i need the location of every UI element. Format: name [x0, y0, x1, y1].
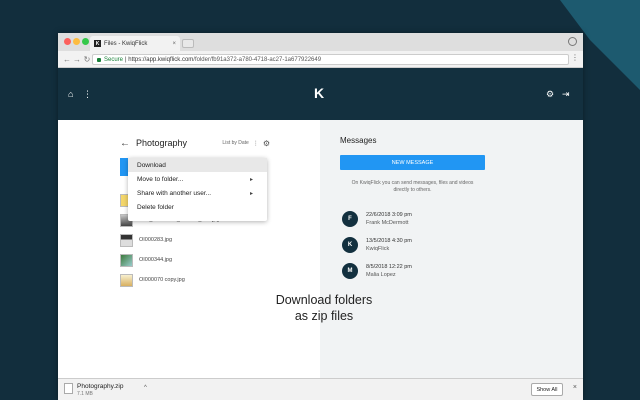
home-icon[interactable]: ⌂: [68, 89, 73, 99]
menu-item-label: Share with another user...: [137, 189, 212, 197]
download-file-size: 7.1 MB: [77, 391, 93, 397]
menu-item-share[interactable]: Share with another user... ▸: [128, 186, 267, 200]
browser-window: K Files - KwiqFlick × ← → ↻ Secure | htt…: [58, 33, 583, 400]
close-tab-icon[interactable]: ×: [172, 41, 176, 47]
secure-label: Secure: [104, 56, 124, 63]
menu-item-download[interactable]: Download: [128, 158, 267, 172]
avatar: F: [342, 211, 358, 227]
caret-right-icon: ▸: [249, 176, 253, 183]
minimize-window-button[interactable]: [73, 38, 80, 45]
reload-icon[interactable]: ↻: [82, 55, 92, 64]
profile-icon[interactable]: [568, 37, 577, 46]
maximize-window-button[interactable]: [82, 38, 89, 45]
file-thumbnail: [120, 253, 133, 267]
message-sender: Frank McDermott: [366, 220, 409, 226]
message-item[interactable]: K 13/5/2018 4:30 pm KwiqFlick: [342, 236, 412, 254]
file-name: OI000283.jpg: [139, 237, 173, 243]
back-arrow-icon[interactable]: ←: [120, 138, 130, 149]
url-path: /folder/fb91a372-a780-4718-ac27-1a677922…: [193, 56, 322, 63]
avatar: M: [342, 263, 358, 279]
list-item[interactable]: OI000070 copy.jpg: [120, 270, 280, 290]
folder-settings-icon[interactable]: ⚙: [263, 139, 270, 148]
download-file-name[interactable]: Photography.zip: [77, 383, 124, 390]
menu-item-label: Delete folder: [137, 203, 174, 211]
main-content: ← Photography List by Date ⋮ ⚙ Download …: [58, 120, 583, 382]
messages-info: On KwiqFlick you can send messages, file…: [351, 180, 474, 193]
app-header: ⌂ ⋮ K ⚙ ⇥: [58, 68, 583, 120]
logout-icon[interactable]: ⇥: [562, 89, 570, 100]
app-logo[interactable]: K: [314, 85, 324, 101]
caret-right-icon: ▸: [249, 190, 253, 197]
message-date: 22/6/2018 3:09 pm: [366, 212, 412, 218]
message-date: 13/5/2018 4:30 pm: [366, 238, 412, 244]
list-by-selector[interactable]: List by Date: [222, 140, 248, 146]
downloads-bar: Photography.zip 7.1 MB ^ Show All ×: [58, 378, 583, 400]
new-message-button[interactable]: NEW MESSAGE: [340, 155, 485, 170]
file-thumbnail: [120, 273, 133, 287]
menu-item-delete[interactable]: Delete folder: [128, 200, 267, 214]
menu-item-label: Download: [137, 161, 166, 169]
file-name: OI000070 copy.jpg: [139, 277, 185, 283]
message-item[interactable]: M 8/5/2018 12:22 pm Malia Lopez: [342, 262, 412, 280]
message-date: 8/5/2018 12:22 pm: [366, 264, 412, 270]
forward-arrow-icon[interactable]: →: [72, 55, 82, 64]
url-field[interactable]: Secure | https://app.kwiqflick.com /fold…: [92, 54, 569, 65]
files-pane: ← Photography List by Date ⋮ ⚙ Download …: [58, 120, 320, 382]
avatar: K: [342, 237, 358, 253]
kebab-menu-icon[interactable]: ⋮: [83, 89, 92, 100]
list-item[interactable]: OI000283.jpg: [120, 230, 280, 250]
browser-tab[interactable]: K Files - KwiqFlick ×: [90, 36, 180, 51]
close-icon[interactable]: ×: [573, 384, 577, 391]
folder-title: Photography: [136, 138, 188, 148]
list-item[interactable]: OI000344.jpg: [120, 250, 280, 270]
folder-dropdown-menu: Download Move to folder... ▸ Share with …: [128, 158, 267, 221]
folder-header: ← Photography List by Date ⋮ ⚙: [120, 136, 270, 150]
tab-title: Files - KwiqFlick: [104, 40, 148, 47]
url-host: https://app.kwiqflick.com: [128, 56, 194, 63]
file-thumbnail: [120, 233, 133, 247]
messages-title: Messages: [340, 136, 377, 145]
gear-icon[interactable]: ⚙: [546, 89, 554, 100]
lock-icon: [97, 57, 101, 62]
browser-menu-icon[interactable]: ⋮: [571, 53, 579, 62]
folder-menu-icon[interactable]: ⋮: [253, 140, 259, 147]
file-name: OI000344.jpg: [139, 257, 173, 263]
banner-line-2: as zip files: [294, 309, 354, 323]
zip-file-icon: [64, 383, 73, 394]
title-bar: K Files - KwiqFlick ×: [58, 33, 583, 51]
upload-button-edge[interactable]: [120, 158, 128, 176]
new-tab-button[interactable]: [182, 39, 194, 48]
address-bar: ← → ↻ Secure | https://app.kwiqflick.com…: [58, 51, 583, 68]
menu-item-label: Move to folder...: [137, 175, 184, 183]
message-sender: Malia Lopez: [366, 272, 396, 278]
message-item[interactable]: F 22/6/2018 3:09 pm Frank McDermott: [342, 210, 412, 228]
banner-line-1: Download folders: [275, 293, 373, 307]
back-arrow-icon[interactable]: ←: [62, 55, 72, 64]
menu-item-move[interactable]: Move to folder... ▸: [128, 172, 267, 186]
chevron-up-icon[interactable]: ^: [144, 385, 147, 391]
promo-banner: Download folders as zip files: [233, 292, 415, 324]
messages-pane: Messages NEW MESSAGE On KwiqFlick you ca…: [320, 120, 583, 382]
close-window-button[interactable]: [64, 38, 71, 45]
favicon: K: [94, 40, 101, 47]
show-all-button[interactable]: Show All: [531, 383, 563, 396]
message-sender: KwiqFlick: [366, 246, 390, 252]
